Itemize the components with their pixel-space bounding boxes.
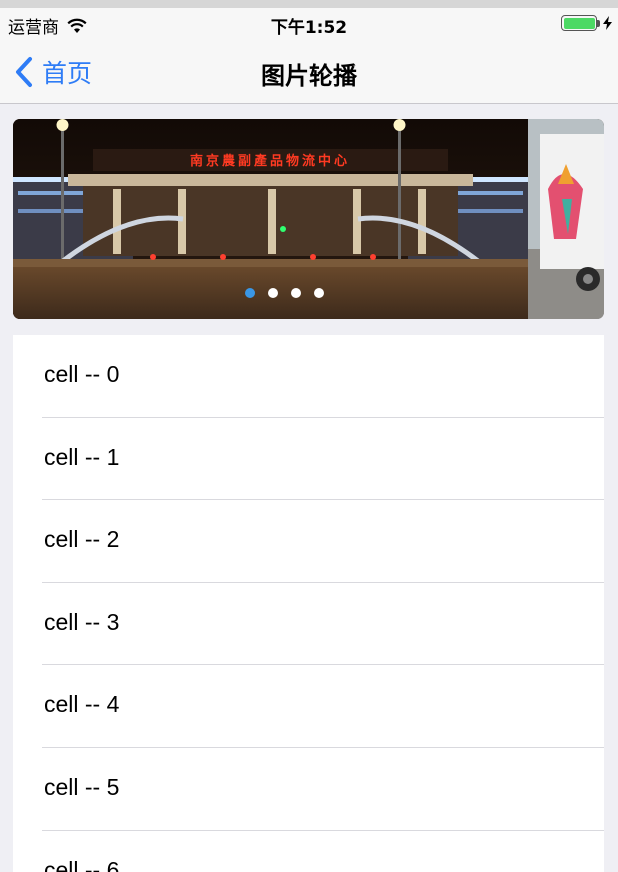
page-dot-2[interactable] [268,288,278,298]
battery-icon [561,15,597,31]
charging-bolt-icon [603,16,612,30]
image-carousel[interactable]: 南京農副產品物流中心 [13,119,604,319]
cell-label: cell -- 4 [44,691,120,718]
cell-label: cell -- 5 [44,773,120,800]
table-row[interactable]: cell -- 4 [13,665,604,748]
table-view[interactable]: cell -- 0 cell -- 1 cell -- 2 cell -- 3 … [13,335,604,872]
status-time: 下午1:52 [270,18,348,38]
banner-text: 南京農副產品物流中心 [190,153,350,169]
status-bar: 运营商 下午1:52 [0,8,618,40]
battery-tip [597,19,600,27]
page-dot-3[interactable] [291,288,301,298]
cell-label: cell -- 2 [44,526,120,553]
table-row[interactable]: cell -- 0 [13,335,604,418]
table-row[interactable]: cell -- 1 [13,418,604,501]
top-strip [0,0,618,8]
navigation-bar: 首页 图片轮播 [0,40,618,104]
cell-label: cell -- 1 [44,443,120,470]
table-row[interactable]: cell -- 5 [13,748,604,831]
table-row[interactable]: cell -- 2 [13,500,604,583]
page-dot-4[interactable] [314,288,324,298]
cell-label: cell -- 0 [44,361,120,387]
battery-fill [563,17,595,29]
cell-label: cell -- 3 [44,608,120,635]
page-dot-1[interactable] [245,288,255,298]
table-row[interactable]: cell -- 3 [13,583,604,666]
cell-label: cell -- 6 [44,856,120,872]
page-control[interactable] [13,288,604,298]
battery-indicator [561,15,612,31]
table-row[interactable]: cell -- 6 [13,831,604,872]
page-title: 图片轮播 [261,62,357,90]
